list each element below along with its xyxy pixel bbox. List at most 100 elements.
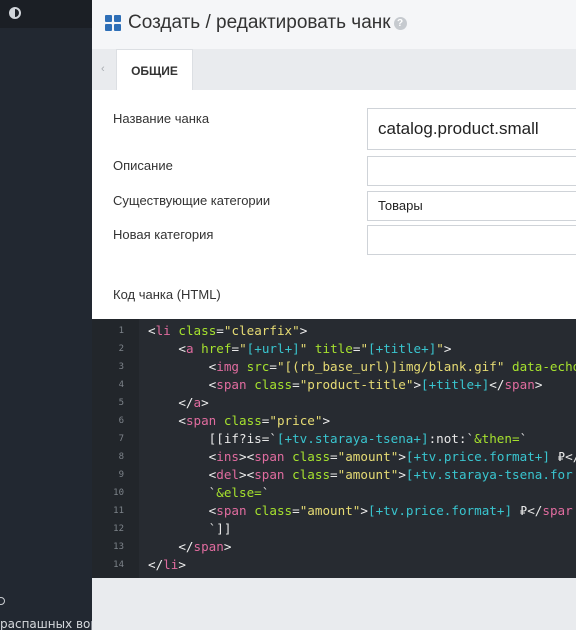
description-label: Описание bbox=[113, 158, 173, 173]
code-token: span bbox=[504, 377, 535, 392]
code-token: "price" bbox=[269, 413, 323, 428]
code-token: span bbox=[185, 413, 217, 428]
code-line[interactable]: </span> bbox=[148, 539, 231, 554]
code-line[interactable]: </li> bbox=[148, 557, 186, 572]
code-token: = bbox=[231, 341, 240, 356]
line-number: 2 bbox=[118, 344, 124, 354]
code-token: "amount" bbox=[299, 503, 361, 518]
code-token: class bbox=[178, 323, 217, 338]
code-token: class bbox=[254, 503, 293, 518]
code-line[interactable]: <span class="amount">[+tv.price.format+]… bbox=[148, 503, 573, 518]
page-title: Создать / редактировать чанк? bbox=[128, 12, 407, 34]
line-number: 11 bbox=[113, 506, 124, 516]
code-line[interactable]: <span class="product-title">[+title+]</s… bbox=[148, 377, 543, 392]
line-number: 12 bbox=[113, 524, 124, 534]
code-line[interactable]: [[if?is=`[+tv.staraya-tsena+]:not:`&then… bbox=[148, 431, 528, 446]
code-token: "[(rb_base_url)]img/blank.gif" bbox=[276, 359, 505, 374]
code-token: data-echo bbox=[512, 359, 576, 374]
code-line[interactable]: `&else=` bbox=[148, 485, 270, 500]
code-token: class bbox=[292, 449, 331, 464]
code-editor[interactable]: 1 2 3 4 5 6 7 8 9 10 11 12 13 14 <li class="clearfix"… bbox=[92, 319, 576, 578]
chunk-form: Название чанка Описание Существующие кат… bbox=[92, 90, 576, 319]
line-number: 9 bbox=[118, 470, 124, 480]
code-line[interactable]: <a href="[+url+]" title="[+title+]"> bbox=[148, 341, 451, 356]
theme-toggle-icon[interactable] bbox=[9, 7, 21, 19]
code-token: " bbox=[436, 341, 444, 356]
code-token: class bbox=[292, 467, 331, 482]
code-token: span bbox=[193, 539, 224, 554]
code-token: "amount" bbox=[337, 449, 399, 464]
line-number: 14 bbox=[113, 560, 124, 570]
code-token: > bbox=[398, 467, 406, 482]
line-number: 5 bbox=[118, 398, 124, 408]
code-token: "clearfix" bbox=[223, 323, 300, 338]
line-number: 10 bbox=[113, 488, 124, 498]
code-token: a bbox=[193, 395, 202, 410]
code-token: = bbox=[216, 323, 224, 338]
code-token: `]] bbox=[148, 521, 232, 536]
code-token: class bbox=[254, 377, 293, 392]
line-number-gutter: 1 2 3 4 5 6 7 8 9 10 11 12 13 14 bbox=[92, 319, 139, 578]
code-token: " bbox=[360, 341, 369, 356]
code-token: ins bbox=[216, 449, 240, 464]
code-token: span bbox=[254, 449, 285, 464]
line-number: 4 bbox=[118, 380, 124, 390]
code-line[interactable]: <ins><span class="amount">[+tv.price.for… bbox=[148, 449, 576, 464]
help-icon[interactable]: ? bbox=[393, 17, 407, 30]
code-token: ` bbox=[519, 431, 528, 446]
code-token: [+tv.price.format+] bbox=[367, 503, 513, 518]
code-token: < bbox=[178, 341, 186, 356]
tab-scroll-left-icon[interactable]: ‹ bbox=[101, 63, 105, 75]
code-token: = bbox=[269, 359, 277, 374]
code-line[interactable]: <span class="price"> bbox=[148, 413, 330, 428]
code-token: = bbox=[330, 449, 338, 464]
code-token: del bbox=[216, 467, 240, 482]
code-token: >< bbox=[239, 449, 255, 464]
code-token: > bbox=[443, 341, 452, 356]
description-input[interactable] bbox=[367, 156, 576, 186]
new-category-input[interactable] bbox=[367, 225, 576, 255]
code-line[interactable]: <li class="clearfix"> bbox=[148, 323, 307, 338]
code-line[interactable]: `]] bbox=[148, 521, 232, 536]
line-number: 6 bbox=[118, 416, 124, 426]
code-token: ` bbox=[148, 485, 217, 500]
code-line[interactable]: <img src="[(rb_base_url)]img/blank.gif" … bbox=[148, 359, 576, 374]
code-token: "product-title" bbox=[299, 377, 414, 392]
existing-category-select[interactable]: Товары bbox=[367, 191, 576, 221]
code-token: = bbox=[292, 503, 300, 518]
code-token: :not:` bbox=[428, 431, 475, 446]
sidebar-header bbox=[0, 0, 92, 28]
chunk-name-label: Название чанка bbox=[113, 111, 210, 126]
code-token: " bbox=[239, 341, 247, 356]
chunk-name-input[interactable] bbox=[367, 108, 576, 150]
line-number: 8 bbox=[118, 452, 124, 462]
code-token: > bbox=[178, 557, 186, 572]
code-line[interactable]: </a> bbox=[148, 395, 209, 410]
code-token: li bbox=[163, 557, 179, 572]
code-line[interactable]: <del><span class="amount">[+tv.staraya-t… bbox=[148, 467, 573, 482]
code-token: [+tv.staraya-tsena.for bbox=[405, 467, 573, 482]
code-token: &then= bbox=[474, 431, 520, 446]
code-token: > bbox=[201, 395, 209, 410]
tab-general[interactable]: ОБЩИЕ bbox=[116, 49, 193, 91]
line-number: 1 bbox=[118, 326, 124, 336]
code-token: = bbox=[330, 467, 338, 482]
code-token: </ bbox=[148, 557, 164, 572]
code-token: </ bbox=[178, 539, 194, 554]
left-sidebar: распашных ворот bbox=[0, 0, 112, 630]
sidebar-item-icon bbox=[0, 597, 5, 605]
tab-bar: ‹ ОБЩИЕ bbox=[92, 49, 576, 91]
line-number: 3 bbox=[118, 362, 124, 372]
